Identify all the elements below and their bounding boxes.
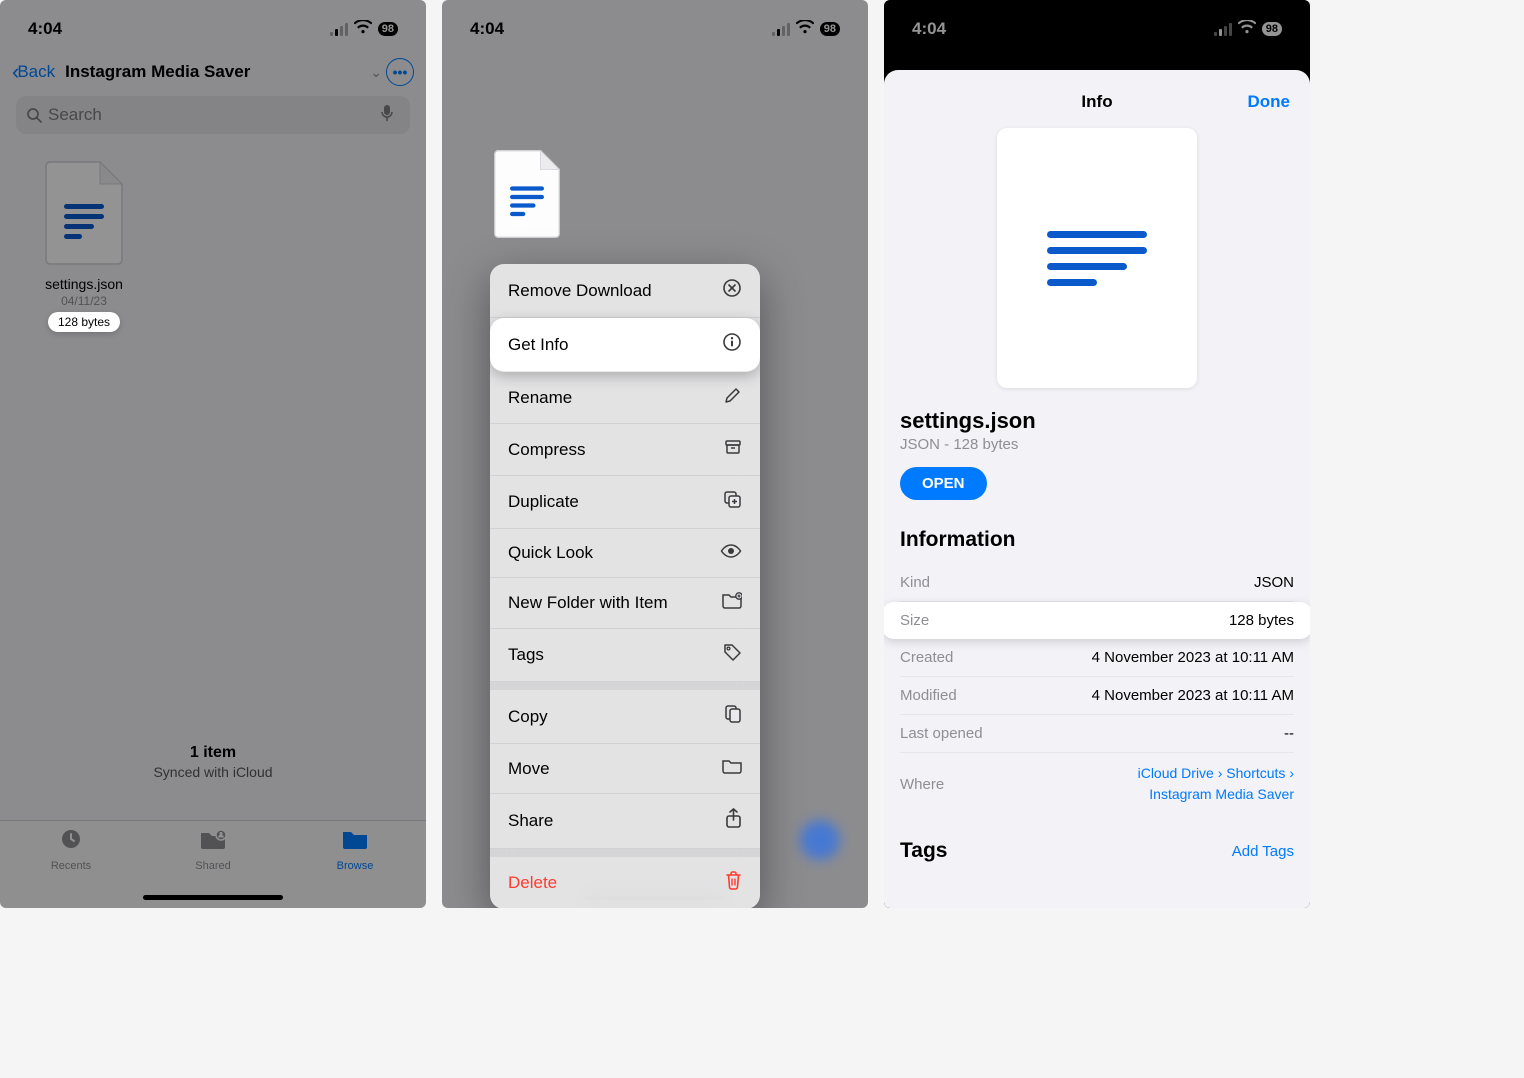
mic-icon[interactable]	[380, 104, 400, 127]
status-bar: 4:04 98	[0, 0, 426, 50]
clock: 4:04	[28, 19, 62, 39]
status-bar: 4:04 98	[884, 0, 1310, 50]
menu-quick-look[interactable]: Quick Look	[490, 529, 760, 578]
search-input[interactable]: Search	[16, 96, 410, 134]
screen-context-menu: 4:04 98 Remove Download Get Info	[442, 0, 868, 908]
document-icon	[1047, 222, 1147, 295]
file-preview	[997, 128, 1197, 388]
menu-copy[interactable]: Copy	[490, 690, 760, 744]
menu-rename[interactable]: Rename	[490, 372, 760, 424]
menu-duplicate[interactable]: Duplicate	[490, 476, 760, 529]
sync-status: Synced with iCloud	[0, 764, 426, 780]
battery-icon: 98	[378, 22, 398, 36]
add-tags-button[interactable]: Add Tags	[1232, 843, 1294, 860]
tag-icon	[723, 643, 742, 667]
shared-folder-icon	[142, 827, 284, 858]
menu-compress[interactable]: Compress	[490, 424, 760, 476]
folder-icon	[722, 758, 742, 779]
back-button[interactable]: ‹ Back	[12, 59, 55, 85]
touch-indicator	[800, 820, 840, 860]
pencil-icon	[724, 386, 742, 409]
sheet-title: Info	[1081, 92, 1112, 112]
back-label: Back	[17, 62, 55, 82]
folder-title: Instagram Media Saver	[65, 62, 362, 82]
file-name: settings.json	[24, 276, 144, 292]
share-icon	[725, 808, 742, 834]
done-button[interactable]: Done	[1248, 92, 1291, 112]
open-button[interactable]: OPEN	[900, 467, 987, 500]
folder-icon	[284, 827, 426, 858]
item-count: 1 item	[0, 744, 426, 762]
new-folder-icon	[722, 592, 742, 614]
where-path[interactable]: iCloud DriveShortcutsInstagram Media Sav…	[1138, 763, 1294, 805]
info-row-size: Size 128 bytes	[884, 602, 1310, 639]
screen-info-sheet: 4:04 98 Info Done settings.json J	[884, 0, 1310, 908]
wifi-icon	[1238, 20, 1256, 39]
file-size-badge: 128 bytes	[48, 312, 120, 332]
duplicate-icon	[723, 490, 742, 514]
more-button[interactable]: •••	[386, 58, 414, 86]
info-row-where[interactable]: Where iCloud DriveShortcutsInstagram Med…	[900, 753, 1294, 815]
clock: 4:04	[912, 19, 946, 39]
battery-icon: 98	[820, 22, 840, 36]
eye-icon	[720, 543, 742, 563]
cellular-icon	[772, 23, 790, 36]
status-bar: 4:04 98	[442, 0, 868, 50]
tab-recents[interactable]: Recents	[0, 827, 142, 908]
info-row-modified: Modified 4 November 2023 at 10:11 AM	[900, 677, 1294, 715]
archive-icon	[724, 438, 742, 461]
menu-share[interactable]: Share	[490, 794, 760, 849]
footer-summary: 1 item Synced with iCloud	[0, 744, 426, 780]
menu-delete[interactable]: Delete	[490, 857, 760, 908]
info-row-last-opened: Last opened --	[900, 715, 1294, 753]
search-placeholder: Search	[48, 105, 102, 125]
file-name: settings.json	[900, 408, 1294, 434]
document-icon	[39, 158, 129, 268]
copy-icon	[724, 704, 742, 729]
section-information: Information	[900, 528, 1294, 552]
menu-tags[interactable]: Tags	[490, 629, 760, 682]
info-row-created: Created 4 November 2023 at 10:11 AM	[900, 639, 1294, 677]
menu-move[interactable]: Move	[490, 744, 760, 794]
battery-icon: 98	[1262, 22, 1282, 36]
remove-download-icon	[722, 278, 742, 303]
home-indicator[interactable]	[143, 895, 283, 900]
wifi-icon	[354, 20, 372, 39]
file-date: 04/11/23	[24, 294, 144, 308]
menu-new-folder[interactable]: New Folder with Item	[490, 578, 760, 629]
context-menu: Remove Download Get Info Rename Compress	[490, 264, 760, 908]
trash-icon	[725, 871, 742, 895]
file-subtitle: JSON - 128 bytes	[900, 436, 1294, 453]
tab-browse[interactable]: Browse	[284, 827, 426, 908]
cellular-icon	[330, 23, 348, 36]
wifi-icon	[796, 20, 814, 39]
file-item[interactable]: settings.json 04/11/23 128 bytes	[24, 158, 144, 332]
section-tags: Tags	[900, 839, 947, 863]
info-row-kind: Kind JSON	[900, 564, 1294, 602]
nav-bar: ‹ Back Instagram Media Saver ⌄ •••	[0, 50, 426, 94]
ellipsis-icon: •••	[393, 64, 408, 80]
menu-get-info[interactable]: Get Info	[490, 318, 760, 372]
clock-icon	[0, 827, 142, 858]
search-icon	[26, 107, 42, 123]
clock: 4:04	[470, 19, 504, 39]
chevron-down-icon[interactable]: ⌄	[370, 64, 382, 81]
menu-remove-download[interactable]: Remove Download	[490, 264, 760, 318]
cellular-icon	[1214, 23, 1232, 36]
screen-files-browse: 4:04 98 ‹ Back Instagram Media Saver ⌄ •…	[0, 0, 426, 908]
info-icon	[722, 332, 742, 357]
document-icon	[490, 148, 564, 240]
